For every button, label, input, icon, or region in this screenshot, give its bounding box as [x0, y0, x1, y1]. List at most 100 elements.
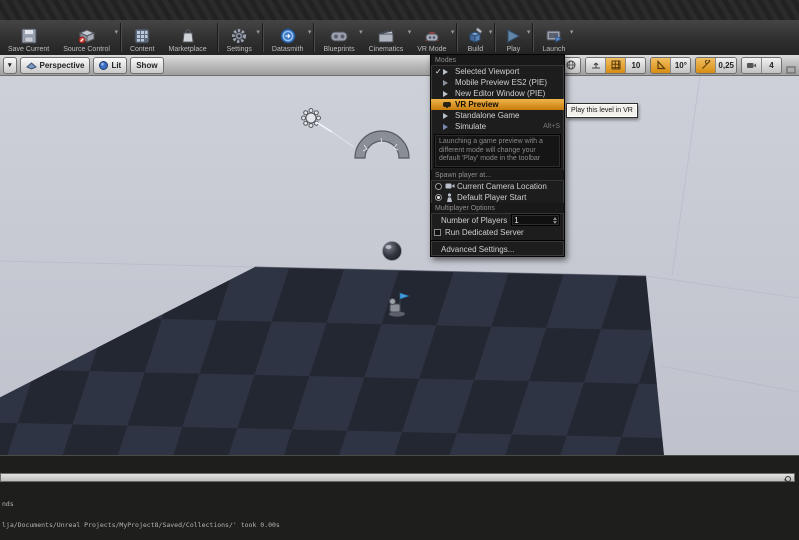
dropdown-caret-icon[interactable]: ▾: [256, 28, 260, 36]
save-current-button[interactable]: Save Current: [2, 20, 57, 55]
run-dedicated-server-label: Run Dedicated Server: [445, 227, 524, 237]
dropdown-caret-icon[interactable]: ▾: [308, 28, 312, 36]
camera-speed-button[interactable]: [742, 57, 762, 73]
save-current-label: Save Current: [8, 46, 50, 53]
level-viewport[interactable]: ▾ Perspective Lit Show 10 10° 0,25 4: [0, 55, 799, 455]
vr-mode-button[interactable]: VR Mode ▾: [411, 20, 454, 55]
console-search-bar[interactable]: [0, 473, 795, 482]
launch-label: Launch: [542, 46, 566, 53]
rotation-snap-value[interactable]: 10°: [671, 57, 691, 73]
check-icon: ✓: [435, 67, 442, 76]
dropdown-caret-icon[interactable]: ▾: [489, 28, 493, 36]
grid-snap-value[interactable]: 10: [626, 57, 646, 73]
menu-item-standalone-game[interactable]: Standalone Game: [431, 110, 564, 121]
cinematics-button[interactable]: Cinematics ▾: [363, 20, 412, 55]
run-dedicated-server-row[interactable]: Run Dedicated Server: [431, 227, 564, 238]
dropdown-caret-icon[interactable]: ▾: [114, 28, 118, 36]
dropdown-caret-icon[interactable]: ▾: [570, 28, 574, 36]
grid-icon: [611, 60, 621, 70]
checkbox-unchecked-icon[interactable]: [434, 228, 441, 236]
blueprints-button[interactable]: Blueprints ▾: [317, 20, 362, 55]
launch-button[interactable]: Launch ▾: [536, 20, 573, 55]
number-of-players-row: Number of Players 1: [431, 214, 564, 227]
show-button[interactable]: Show: [130, 56, 164, 74]
multiplayer-section-header: Multiplayer Options: [431, 202, 564, 214]
play-button[interactable]: Play ▾: [498, 20, 530, 55]
play-label: Play: [506, 46, 521, 53]
menu-item-vr-preview[interactable]: VR Preview: [431, 99, 564, 110]
build-button[interactable]: Build ▾: [460, 20, 492, 55]
scale-snap-icon: [702, 60, 711, 69]
scale-snap-value[interactable]: 0,25: [716, 57, 736, 73]
blueprints-label: Blueprints: [323, 46, 355, 53]
build-icon: [466, 26, 484, 45]
camera-icon: [445, 183, 455, 189]
play-mode-info-text: Launching a game preview with a differen…: [434, 134, 561, 168]
play-icon: [443, 68, 448, 75]
camera-speed-value[interactable]: 4: [762, 57, 781, 73]
output-log-panel: nds lja/Documents/Unreal Projects/MyProj…: [0, 455, 799, 540]
simulate-shortcut: Alt+S: [543, 123, 560, 130]
play-icon: [504, 26, 522, 45]
lit-icon: [99, 60, 109, 70]
launch-icon: [544, 26, 564, 45]
lit-button[interactable]: Lit: [93, 56, 128, 74]
content-browser-icon: [133, 26, 151, 45]
tab-well: [0, 0, 799, 21]
perspective-label: Perspective: [39, 60, 85, 70]
scale-snap-toggle[interactable]: [696, 57, 717, 73]
viewport-canvas[interactable]: z y x: [0, 76, 799, 455]
perspective-button[interactable]: Perspective: [19, 56, 91, 74]
number-of-players-label: Number of Players: [441, 215, 508, 225]
player-start-icon: [447, 192, 452, 202]
angle-snap-icon: [657, 60, 666, 70]
globe-icon: [566, 60, 576, 70]
spawn-option-camera-location[interactable]: Current Camera Location: [431, 181, 564, 192]
settings-button[interactable]: Settings ▾: [221, 20, 260, 55]
marketplace-icon: [179, 26, 197, 45]
radio-unselected-icon: [435, 182, 442, 190]
clapperboard-icon: [376, 26, 396, 45]
perspective-icon: [25, 61, 37, 70]
grid-snap-toggle[interactable]: [606, 57, 627, 73]
toolbar-separator: [216, 23, 219, 52]
rotation-snap-toggle[interactable]: [651, 57, 672, 73]
search-icon: [785, 475, 791, 482]
surface-snap-icon: [591, 62, 600, 69]
menu-item-selected-viewport[interactable]: ✓ Selected Viewport: [431, 66, 564, 77]
play-options-menu: Modes ✓ Selected Viewport Mobile Preview…: [430, 54, 565, 257]
main-toolbar: Save Current Source Control ▾ Content Ma…: [0, 20, 799, 56]
spawn-section-header: Spawn player at...: [431, 169, 564, 181]
dropdown-caret-icon[interactable]: ▾: [451, 28, 455, 36]
surface-snap-button[interactable]: [586, 57, 607, 73]
datasmith-label: Datasmith: [271, 46, 304, 53]
save-icon: [20, 26, 38, 45]
settings-label: Settings: [226, 46, 252, 53]
marketplace-button[interactable]: Marketplace: [162, 20, 214, 55]
menu-item-simulate[interactable]: Simulate Alt+S: [431, 121, 564, 132]
source-control-label: Source Control: [63, 46, 110, 53]
scale-snap-group: 0,25: [695, 56, 737, 74]
toolbar-separator: [313, 23, 316, 52]
camera-speed-group: 4: [741, 56, 782, 74]
dropdown-caret-icon[interactable]: ▾: [527, 28, 531, 36]
camera-icon: [747, 62, 756, 68]
vr-mode-label: VR Mode: [417, 46, 447, 53]
menu-item-new-editor-window[interactable]: New Editor Window (PIE): [431, 88, 564, 99]
toolbar-separator: [261, 23, 264, 52]
advanced-settings-item[interactable]: Advanced Settings...: [431, 244, 564, 256]
vr-headset-icon: [443, 102, 451, 108]
gear-icon: [230, 26, 248, 45]
spinner-icon[interactable]: [553, 216, 557, 224]
grid-snap-group: 10: [585, 56, 647, 74]
number-of-players-input[interactable]: 1: [511, 214, 560, 226]
vr-preview-tooltip: Play this level in VR: [566, 103, 638, 118]
maximize-viewport-icon[interactable]: [786, 61, 796, 74]
source-control-button[interactable]: Source Control ▾: [57, 20, 118, 55]
content-button[interactable]: Content: [124, 20, 163, 55]
spawn-option-default-player-start[interactable]: Default Player Start: [431, 192, 564, 203]
viewport-options-button[interactable]: ▾: [3, 56, 17, 74]
show-label: Show: [136, 60, 158, 70]
datasmith-button[interactable]: Datasmith ▾: [266, 20, 312, 55]
menu-item-mobile-preview[interactable]: Mobile Preview ES2 (PIE): [431, 77, 564, 88]
